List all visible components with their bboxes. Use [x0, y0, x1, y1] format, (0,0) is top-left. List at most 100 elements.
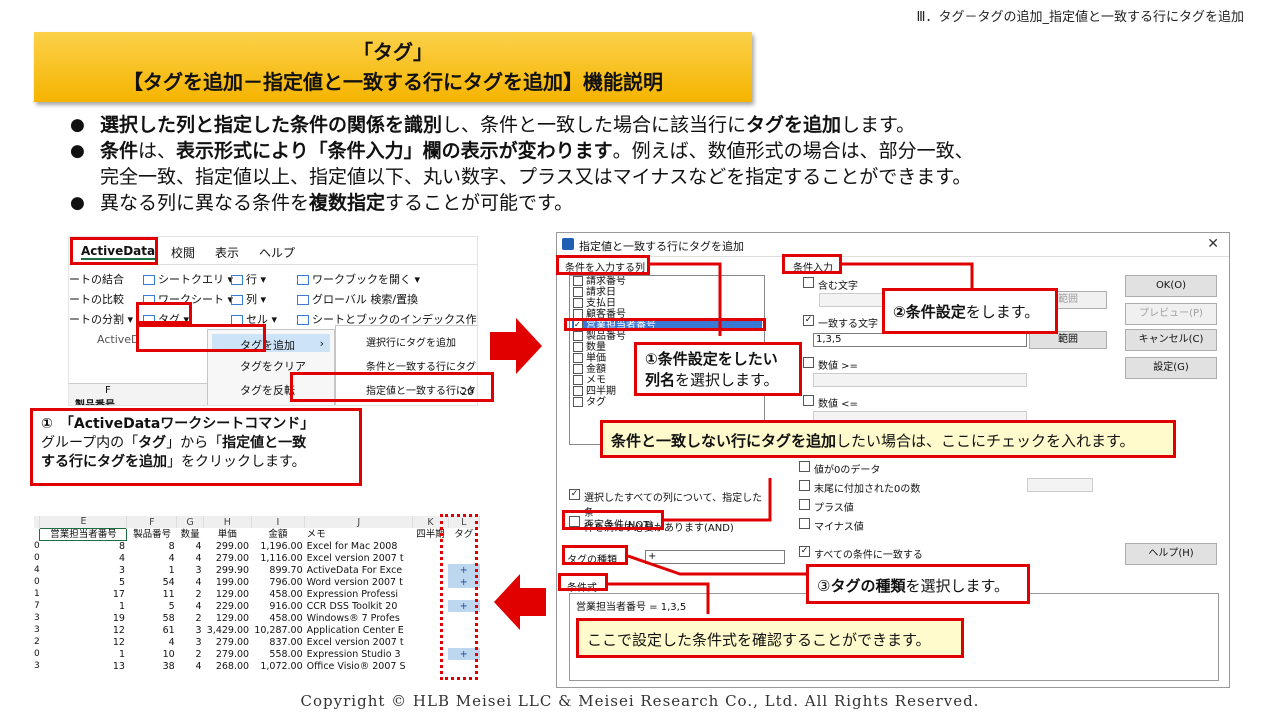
rows-icon [231, 275, 243, 285]
tab-review[interactable]: 校閲 [171, 244, 195, 261]
highlight-activedata-tab [70, 237, 158, 265]
ribbon-compare-sheets[interactable]: ートの比較 [69, 291, 124, 307]
table-cell: 1,072.00 [260, 660, 303, 672]
table-cell: 5 [118, 576, 125, 588]
table-row[interactable]: 1 17 11 2 129.00 458.00 Expression Professi [34, 588, 480, 600]
sheet-cell-product: 製品番号 [75, 400, 115, 406]
table-cell: 558.00 [269, 648, 303, 660]
settings-button[interactable]: 設定(G) [1125, 357, 1217, 379]
table-cell: 129.00 [215, 588, 250, 600]
highlight-tag-column [440, 514, 478, 680]
table-cell: 458.00 [269, 612, 303, 624]
table-cell: 12 [112, 636, 125, 648]
column-letter[interactable]: E [39, 516, 128, 528]
column-letter[interactable]: I [251, 516, 306, 528]
table-row[interactable]: 3 12 61 3 3,429.00 10,287.00 Application Cente… [34, 624, 480, 636]
preview-button[interactable]: プレビュー(P) [1125, 303, 1217, 325]
table-cell: Office Visio® 2007 S [306, 660, 406, 672]
table-cell: Excel for Mac 2008 [306, 540, 398, 552]
dialog-title: 指定値と一致する行にタグを追加 [579, 240, 744, 253]
ribbon-split-sheets[interactable]: ートの分割 ▾ [69, 311, 133, 327]
column-letter[interactable]: J [304, 516, 414, 528]
table-cell: 3,429.00 [206, 624, 250, 636]
table-row[interactable]: 7 1 5 4 229.00 916.00 CCR DSS Toolkit 20 + [34, 600, 480, 612]
menu-invert-tag[interactable]: タグを反転 [240, 382, 295, 398]
table-cell: 17 [112, 588, 125, 600]
table-cell: 54 [162, 576, 175, 588]
arrow-right-icon [490, 318, 542, 374]
table-cell: 3 [195, 636, 202, 648]
table-cell: 3 [195, 624, 202, 636]
table-row[interactable]: 3 13 38 4 268.00 1,072.00 Office Visio® 2007 S [34, 660, 480, 672]
table-cell: 299.90 [215, 564, 250, 576]
table-cell: 4 [168, 552, 175, 564]
tab-help[interactable]: ヘルプ [259, 244, 295, 261]
trailing-zero-input[interactable] [1027, 478, 1093, 492]
table-cell: 129.00 [215, 612, 250, 624]
table-cell: 10 [162, 648, 175, 660]
table-cell: 837.00 [269, 636, 303, 648]
submenu-tag-selected-rows[interactable]: 選択行にタグを追加 [366, 334, 456, 349]
table-cell: ActiveData For Exce [306, 564, 403, 576]
close-icon[interactable]: ✕ [1207, 236, 1219, 252]
callout-step1: ① 「ActiveDataワークシートコマンド」 グループ内の「タグ」から「指定… [30, 408, 362, 486]
sheet-col-f: F [105, 385, 111, 396]
columns-icon [231, 295, 243, 305]
table-cell: 58 [162, 612, 175, 624]
table-cell: 279.00 [215, 552, 250, 564]
footer-copyright: Copyright © HLB Meisei LLC & Meisei Rese… [300, 692, 980, 710]
ribbon-columns[interactable]: 列 ▾ [231, 291, 266, 307]
table-cell: 1 [168, 564, 175, 576]
ribbon-global-search[interactable]: グローバル 検索/置換 [297, 291, 418, 307]
callout-tagtype: ③タグの種類を選択します。 [806, 564, 1030, 604]
table-row[interactable]: 3 19 58 2 129.00 458.00 Windows® 7 Profes [34, 612, 480, 624]
ribbon-rows[interactable]: 行 ▾ [231, 271, 266, 287]
app-icon [562, 238, 574, 250]
table-cell: 3 [118, 564, 125, 576]
table-row[interactable]: 0 5 54 4 199.00 796.00 Word version 2007 t + [34, 576, 480, 588]
table-cell: Word version 2007 t [306, 576, 403, 588]
filter-icon [143, 275, 155, 285]
cancel-button[interactable]: キャンセル(C) [1125, 329, 1217, 351]
table-row[interactable]: 4 3 1 3 299.90 899.70 ActiveData For Exce + [34, 564, 480, 576]
table-cell: Excel version 2007 t [306, 552, 404, 564]
ok-button[interactable]: OK(O) [1125, 275, 1217, 297]
table-cell: 8 [118, 540, 125, 552]
table-cell: 4 [195, 576, 202, 588]
table-cell: Expression Studio 3 [306, 648, 401, 660]
table-cell: 279.00 [215, 636, 250, 648]
table-cell: Windows® 7 Profes [306, 612, 400, 624]
title-line-1: 「タグ」 [353, 40, 433, 64]
column-letter[interactable]: G [176, 516, 204, 528]
help-button[interactable]: ヘルプ(H) [1125, 543, 1217, 565]
arrow-left-icon [494, 574, 546, 630]
sheet-table: E F G H I J K L 営業担当者番号 製品番号 数量 単価 金額 メモ 四半期 タグ 0 8 8 4 299.… [34, 516, 480, 672]
ribbon-group-label: ActiveD [97, 333, 140, 346]
table-row[interactable]: 0 8 8 4 299.00 1,196.00 Excel for Mac 2008 [34, 540, 480, 552]
table-cell: 1 [118, 648, 125, 660]
column-header: 単価 [217, 528, 237, 540]
table-row[interactable]: 2 12 4 3 279.00 837.00 Excel version 2007 t [34, 636, 480, 648]
table-cell: 61 [162, 624, 175, 636]
bullet-3: 異なる列に異なる条件を複数指定することが可能です。 [70, 190, 1260, 216]
submenu-tag-condition-rows[interactable]: 条件と一致する行にタグを追加 [366, 358, 477, 373]
table-cell: 2 [195, 612, 202, 624]
callout-not: 条件と一致しない行にタグを追加したい場合は、ここにチェックを入れます。 [600, 420, 1176, 458]
table-cell: 1,116.00 [260, 552, 303, 564]
table-row[interactable]: 0 1 10 2 279.00 558.00 Expression Studio 3 + [34, 648, 480, 660]
column-letter[interactable]: F [126, 516, 178, 528]
bullet-2: 条件は、表示形式により「条件入力」欄の表示が変わります。例えば、数値形式の場合は… [70, 138, 1260, 164]
bullet-1: 選択した列と指定した条件の関係を識別し、条件と一致した場合に該当行にタグを追加し… [70, 112, 1260, 138]
column-letter[interactable]: H [203, 516, 252, 528]
tab-view[interactable]: 表示 [215, 244, 239, 261]
ribbon-open-workbook[interactable]: ワークブックを開く ▾ [297, 271, 420, 287]
table-cell: CCR DSS Toolkit 20 [306, 600, 398, 612]
bullet-2-continuation: 完全一致、指定値以上、指定値以下、丸い数字、プラス又はマイナスなどを指定すること… [100, 166, 972, 188]
ribbon-sheet-query[interactable]: シートクエリ ▾ [143, 271, 233, 287]
table-cell: 4 [168, 636, 175, 648]
table-cell: 19 [112, 612, 125, 624]
slide-title: 「タグ」 【タグを追加－指定値と一致する行にタグを追加】機能説明 [34, 32, 752, 102]
table-row[interactable]: 0 4 4 4 279.00 1,116.00 Excel version 2007 t [34, 552, 480, 564]
table-cell: 458.00 [269, 588, 303, 600]
ribbon-merge-sheets[interactable]: ートの結合 [69, 271, 124, 287]
